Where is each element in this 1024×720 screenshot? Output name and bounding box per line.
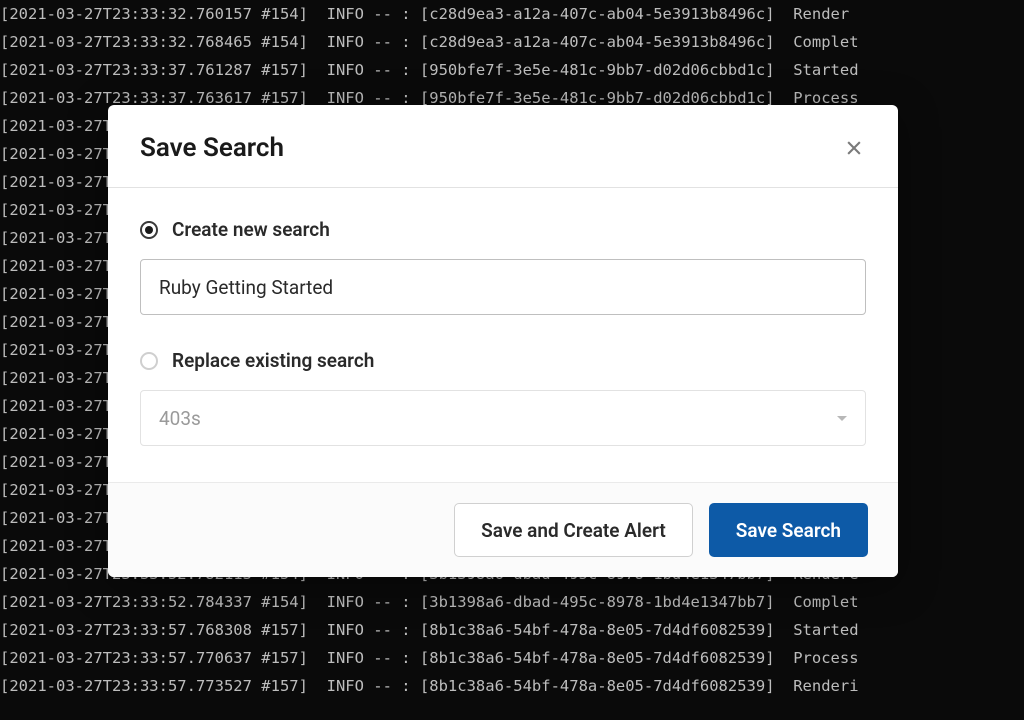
log-line: [2021-03-27T23:33:37.761287 #157] INFO -… — [0, 56, 1024, 84]
select-value: 403s — [159, 407, 201, 430]
radio-icon — [140, 352, 158, 370]
replace-existing-search-option[interactable]: Replace existing search — [140, 349, 866, 372]
modal-body: Create new search Replace existing searc… — [108, 188, 898, 482]
button-label: Save and Create Alert — [481, 519, 666, 542]
log-line: [2021-03-27T23:33:57.768308 #157] INFO -… — [0, 616, 1024, 644]
modal-header: Save Search — [108, 105, 898, 188]
save-search-button[interactable]: Save Search — [709, 503, 868, 557]
chevron-down-icon — [837, 416, 847, 421]
log-line: [2021-03-27T23:33:57.770637 #157] INFO -… — [0, 644, 1024, 672]
radio-icon — [140, 221, 158, 239]
save-search-modal: Save Search Create new search Replace ex… — [108, 105, 898, 577]
button-label: Save Search — [736, 519, 841, 542]
close-button[interactable] — [842, 136, 866, 160]
modal-title: Save Search — [140, 133, 284, 163]
log-line: [2021-03-27T23:33:52.784337 #154] INFO -… — [0, 588, 1024, 616]
log-line: [2021-03-27T23:33:32.768465 #154] INFO -… — [0, 28, 1024, 56]
search-name-input[interactable] — [140, 259, 866, 315]
radio-label: Replace existing search — [172, 349, 374, 372]
log-line: [2021-03-27T23:33:57.773527 #157] INFO -… — [0, 672, 1024, 700]
modal-footer: Save and Create Alert Save Search — [108, 482, 898, 577]
log-line: [2021-03-27T23:33:32.760157 #154] INFO -… — [0, 0, 1024, 28]
create-new-search-option[interactable]: Create new search — [140, 218, 866, 241]
save-and-create-alert-button[interactable]: Save and Create Alert — [454, 503, 693, 557]
radio-label: Create new search — [172, 218, 330, 241]
existing-search-select[interactable]: 403s — [140, 390, 866, 446]
close-icon — [844, 138, 864, 158]
